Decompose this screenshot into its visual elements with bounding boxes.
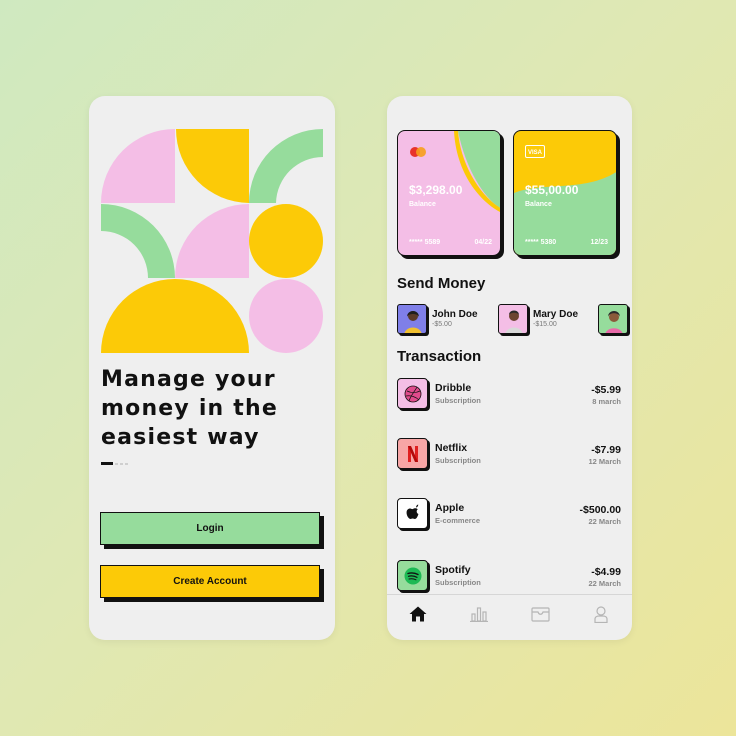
transaction-date: 22 March [588, 579, 621, 588]
contact-name: Mary Doe [533, 309, 579, 320]
transaction-title: Transaction [397, 348, 482, 365]
card-balance: $55,00.00 [525, 183, 579, 197]
card-expiry: 12/23 [590, 239, 608, 246]
card-balance-label: Balance [409, 201, 436, 208]
transaction-item[interactable]: Netflix Subscription -$7.99 12 March [397, 438, 622, 470]
page-dot[interactable] [115, 462, 118, 465]
bank-card[interactable]: VISA $55,00.00 Balance ***** 5380 12/23 [513, 130, 617, 256]
transaction-item[interactable]: Spotify Subscription -$4.99 22 March [397, 560, 622, 592]
bank-card[interactable]: $3,298.00 Balance ***** 5589 04/22 [397, 130, 501, 256]
create-account-button[interactable]: Create Account [100, 565, 320, 598]
spotify-icon [397, 560, 428, 591]
transaction-type: Subscription [435, 578, 481, 587]
art-yellow-circle [249, 204, 323, 278]
art-pink-circle [249, 279, 323, 353]
avatar [397, 304, 427, 334]
transaction-amount: -$5.99 [591, 384, 621, 396]
contact-name: John Doe [432, 309, 478, 320]
art-yellow-quarter-3 [175, 279, 249, 353]
contact-amount: -$5.00 [432, 321, 452, 328]
art-yellow-quarter [176, 129, 249, 203]
art-yellow-semi [101, 279, 175, 353]
card-balance-label: Balance [525, 201, 552, 208]
transaction-item[interactable]: Apple E-commerce -$500.00 22 March [397, 498, 622, 530]
transaction-name: Spotify [435, 564, 471, 576]
profile-icon[interactable] [590, 603, 612, 625]
card-number: ***** 5589 [409, 239, 441, 246]
stats-icon[interactable] [468, 603, 490, 625]
home-icon[interactable] [407, 603, 429, 625]
onboarding-screen: Manage your money in the easiest way Log… [89, 96, 335, 640]
avatar [598, 304, 628, 334]
page-dot[interactable] [120, 462, 123, 465]
visa-icon: VISA [525, 143, 545, 162]
transaction-name: Dribble [435, 382, 472, 394]
wallet-icon[interactable] [529, 603, 551, 625]
card-balance: $3,298.00 [409, 183, 463, 197]
login-button[interactable]: Login [100, 512, 320, 545]
mastercard-icon [409, 143, 427, 162]
transaction-amount: -$4.99 [591, 566, 621, 578]
dribbble-icon [397, 378, 428, 409]
send-money-title: Send Money [397, 275, 486, 292]
contact-item[interactable]: Mary Doe -$15.00 [498, 304, 578, 334]
geometric-illustration [101, 129, 323, 353]
transaction-date: 8 march [592, 397, 621, 406]
card-expiry: 04/22 [474, 239, 492, 246]
page-indicator [101, 462, 128, 465]
card-number: ***** 5380 [525, 239, 557, 246]
dashboard-screen: $3,298.00 Balance ***** 5589 04/22 VISA … [387, 96, 632, 640]
transaction-name: Apple [435, 502, 465, 514]
page-dot[interactable] [125, 462, 128, 465]
page-dot-active[interactable] [101, 462, 113, 465]
bottom-tab-bar [387, 594, 632, 640]
transaction-date: 22 March [588, 517, 621, 526]
onboarding-headline: Manage your money in the easiest way [101, 367, 278, 450]
contact-amount: -$15.00 [533, 321, 557, 328]
art-green-arc [249, 129, 323, 203]
apple-icon [397, 498, 428, 529]
art-pink-quarter [101, 129, 175, 203]
transaction-item[interactable]: Dribble Subscription -$5.99 8 march [397, 378, 622, 410]
art-pink-quarter-2 [175, 204, 249, 278]
svg-text:VISA: VISA [528, 150, 543, 156]
contact-item[interactable] [598, 304, 628, 334]
art-green-arc-2 [101, 204, 175, 278]
transaction-amount: -$7.99 [591, 444, 621, 456]
contact-item[interactable]: John Doe -$5.00 [397, 304, 478, 334]
transaction-amount: -$500.00 [579, 504, 621, 516]
transaction-name: Netflix [435, 442, 468, 454]
netflix-icon [397, 438, 428, 469]
transaction-type: Subscription [435, 396, 481, 405]
transaction-type: Subscription [435, 456, 481, 465]
avatar [498, 304, 528, 334]
transaction-type: E-commerce [435, 516, 481, 525]
transaction-date: 12 March [588, 457, 621, 466]
